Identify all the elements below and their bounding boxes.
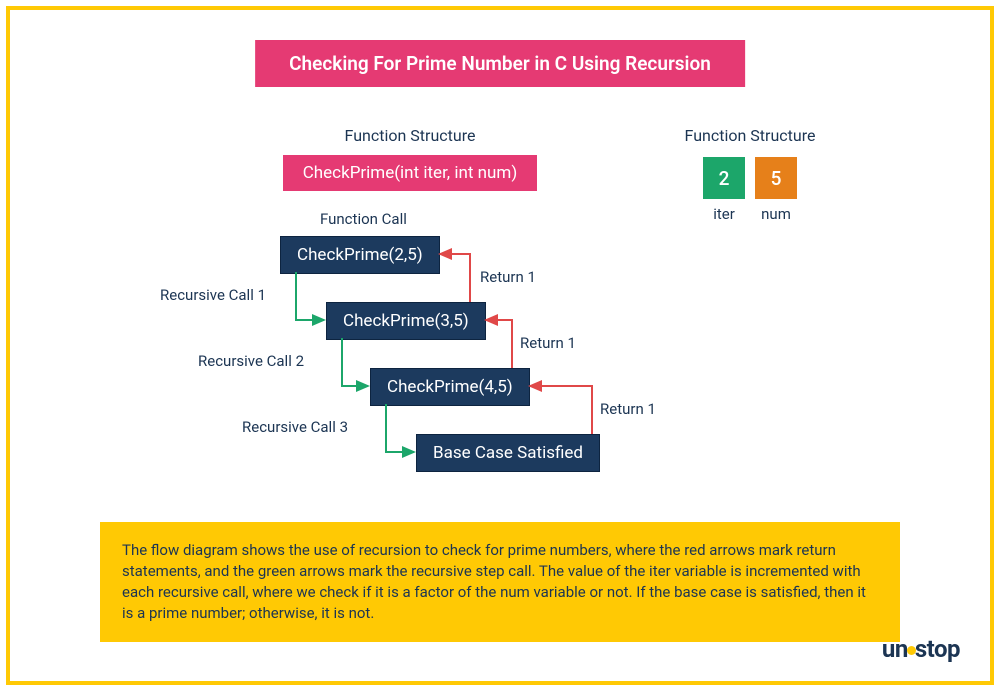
recursive-arrow-2-icon: [342, 338, 368, 386]
recursive-arrow-1-icon: [296, 272, 324, 320]
base-case-node: Base Case Satisfied: [416, 434, 600, 472]
function-call-heading: Function Call: [320, 210, 407, 228]
fn-structure-label-right: Function Structure: [650, 126, 850, 145]
return-arrow-3-icon: [530, 386, 592, 434]
return-2-label: Return 1: [520, 334, 576, 352]
call-node-3: CheckPrime(4,5): [370, 368, 530, 406]
function-structure-left: Function Structure CheckPrime(int iter, …: [250, 126, 570, 191]
num-value-box: 5: [755, 157, 797, 199]
brand-logo: unstop: [882, 635, 960, 663]
iter-value-box: 2: [703, 157, 745, 199]
num-sublabel: num: [755, 205, 797, 223]
logo-part2: stop: [915, 635, 960, 663]
fn-structure-label-left: Function Structure: [250, 126, 570, 145]
page-title: Checking For Prime Number in C Using Rec…: [255, 40, 745, 87]
function-structure-right: Function Structure 2 5 iter num: [650, 126, 850, 223]
call-node-1: CheckPrime(2,5): [280, 236, 440, 274]
recursive-call-2-label: Recursive Call 2: [198, 352, 304, 370]
diagram-frame: Checking For Prime Number in C Using Rec…: [6, 6, 994, 685]
call-node-2: CheckPrime(3,5): [326, 302, 486, 340]
return-3-label: Return 1: [600, 400, 656, 418]
recursive-arrow-3-icon: [386, 404, 414, 452]
description-box: The flow diagram shows the use of recurs…: [100, 522, 900, 642]
logo-part1: un: [882, 635, 908, 663]
return-arrow-2-icon: [486, 320, 512, 368]
return-1-label: Return 1: [480, 268, 536, 286]
recursive-call-3-label: Recursive Call 3: [242, 418, 348, 436]
recursive-call-1-label: Recursive Call 1: [160, 286, 266, 304]
return-arrow-1-icon: [440, 254, 470, 302]
recursion-diagram: Function Call CheckPrime(2,5) CheckPrime…: [150, 210, 750, 500]
function-signature: CheckPrime(int iter, int num): [283, 155, 538, 191]
